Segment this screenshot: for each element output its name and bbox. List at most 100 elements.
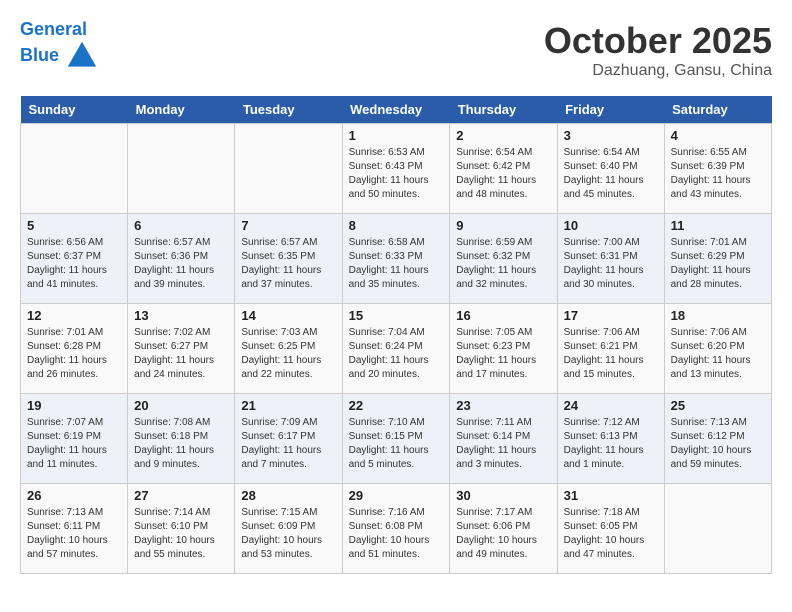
- logo-icon: [66, 40, 98, 72]
- col-header-monday: Monday: [128, 96, 235, 124]
- calendar-cell: 26Sunrise: 7:13 AMSunset: 6:11 PMDayligh…: [21, 484, 128, 574]
- day-info: Sunrise: 7:15 AMSunset: 6:09 PMDaylight:…: [241, 506, 335, 562]
- day-info: Sunrise: 6:55 AMSunset: 6:39 PMDaylight:…: [671, 146, 765, 202]
- day-number: 30: [456, 488, 550, 503]
- day-info: Sunrise: 6:57 AMSunset: 6:35 PMDaylight:…: [241, 236, 335, 292]
- location-subtitle: Dazhuang, Gansu, China: [544, 62, 772, 80]
- day-info: Sunrise: 7:12 AMSunset: 6:13 PMDaylight:…: [564, 416, 658, 472]
- calendar-cell: 29 Sunrise: 7:16 AMSunset: 6:08 PMDayligh…: [342, 484, 450, 574]
- day-info: Sunrise: 7:10 AMSunset: 6:15 PMDaylight:…: [349, 416, 444, 472]
- calendar-cell: 9 Sunrise: 6:59 AMSunset: 6:32 PMDaylight…: [450, 214, 557, 304]
- calendar-cell: 2Sunrise: 6:54 AMSunset: 6:42 PMDaylight…: [450, 124, 557, 214]
- day-number: 8: [349, 218, 444, 233]
- calendar-cell: 11 Sunrise: 7:01 AMSunset: 6:29 PMDayligh…: [664, 214, 771, 304]
- day-info: Sunrise: 7:11 AMSunset: 6:14 PMDaylight:…: [456, 416, 550, 472]
- calendar-week-row: 12Sunrise: 7:01 AMSunset: 6:28 PMDayligh…: [21, 304, 772, 394]
- day-number: 17: [564, 308, 658, 323]
- day-info: Sunrise: 7:00 AMSunset: 6:31 PMDaylight:…: [564, 236, 658, 292]
- day-info: Sunrise: 7:17 AMSunset: 6:06 PMDaylight:…: [456, 506, 550, 562]
- day-info: Sunrise: 7:06 AMSunset: 6:21 PMDaylight:…: [564, 326, 658, 382]
- day-info: Sunrise: 6:57 AMSunset: 6:36 PMDaylight:…: [134, 236, 228, 292]
- day-number: 29: [349, 488, 444, 503]
- day-info: Sunrise: 7:07 AMSunset: 6:19 PMDaylight:…: [27, 416, 121, 472]
- calendar-cell: 16 Sunrise: 7:05 AMSunset: 6:23 PMDayligh…: [450, 304, 557, 394]
- day-info: Sunrise: 7:03 AMSunset: 6:25 PMDaylight:…: [241, 326, 335, 382]
- day-number: 19: [27, 398, 121, 413]
- calendar-cell: 1 Sunrise: 6:53 AMSunset: 6:43 PMDaylight…: [342, 124, 450, 214]
- day-info: Sunrise: 6:58 AMSunset: 6:33 PMDaylight:…: [349, 236, 444, 292]
- day-number: 1: [349, 128, 444, 143]
- day-info: Sunrise: 7:01 AMSunset: 6:29 PMDaylight:…: [671, 236, 765, 292]
- day-number: 18: [671, 308, 765, 323]
- calendar-cell: 7Sunrise: 6:57 AMSunset: 6:35 PMDaylight…: [235, 214, 342, 304]
- calendar-cell: [235, 124, 342, 214]
- col-header-wednesday: Wednesday: [342, 96, 450, 124]
- calendar-cell: 30 Sunrise: 7:17 AMSunset: 6:06 PMDayligh…: [450, 484, 557, 574]
- logo-text: General: [20, 20, 98, 40]
- day-number: 22: [349, 398, 444, 413]
- day-info: Sunrise: 7:16 AMSunset: 6:08 PMDaylight:…: [349, 506, 444, 562]
- day-number: 11: [671, 218, 765, 233]
- day-info: Sunrise: 7:13 AMSunset: 6:12 PMDaylight:…: [671, 416, 765, 472]
- page-header: General Blue October 2025 Dazhuang, Gans…: [20, 20, 772, 80]
- calendar-cell: 31Sunrise: 7:18 AMSunset: 6:05 PMDayligh…: [557, 484, 664, 574]
- day-info: Sunrise: 7:14 AMSunset: 6:10 PMDaylight:…: [134, 506, 228, 562]
- day-number: 20: [134, 398, 228, 413]
- day-number: 10: [564, 218, 658, 233]
- day-number: 6: [134, 218, 228, 233]
- day-number: 13: [134, 308, 228, 323]
- calendar-cell: 3Sunrise: 6:54 AMSunset: 6:40 PMDaylight…: [557, 124, 664, 214]
- calendar-week-row: 1 Sunrise: 6:53 AMSunset: 6:43 PMDaylight…: [21, 124, 772, 214]
- day-info: Sunrise: 6:59 AMSunset: 6:32 PMDaylight:…: [456, 236, 550, 292]
- day-number: 15: [349, 308, 444, 323]
- calendar-cell: 10 Sunrise: 7:00 AMSunset: 6:31 PMDayligh…: [557, 214, 664, 304]
- col-header-sunday: Sunday: [21, 96, 128, 124]
- calendar-cell: 20 Sunrise: 7:08 AMSunset: 6:18 PMDayligh…: [128, 394, 235, 484]
- col-header-friday: Friday: [557, 96, 664, 124]
- day-number: 9: [456, 218, 550, 233]
- calendar-cell: 28 Sunrise: 7:15 AMSunset: 6:09 PMDayligh…: [235, 484, 342, 574]
- day-info: Sunrise: 7:09 AMSunset: 6:17 PMDaylight:…: [241, 416, 335, 472]
- day-number: 14: [241, 308, 335, 323]
- day-info: Sunrise: 6:53 AMSunset: 6:43 PMDaylight:…: [349, 146, 444, 202]
- calendar-week-row: 19 Sunrise: 7:07 AMSunset: 6:19 PMDayligh…: [21, 394, 772, 484]
- calendar-header-row: SundayMondayTuesdayWednesdayThursdayFrid…: [21, 96, 772, 124]
- day-info: Sunrise: 6:54 AMSunset: 6:42 PMDaylight:…: [456, 146, 550, 202]
- day-number: 23: [456, 398, 550, 413]
- col-header-thursday: Thursday: [450, 96, 557, 124]
- day-info: Sunrise: 7:08 AMSunset: 6:18 PMDaylight:…: [134, 416, 228, 472]
- day-info: Sunrise: 6:54 AMSunset: 6:40 PMDaylight:…: [564, 146, 658, 202]
- calendar-cell: 18Sunrise: 7:06 AMSunset: 6:20 PMDayligh…: [664, 304, 771, 394]
- calendar-cell: 21Sunrise: 7:09 AMSunset: 6:17 PMDayligh…: [235, 394, 342, 484]
- day-number: 12: [27, 308, 121, 323]
- calendar-cell: 27Sunrise: 7:14 AMSunset: 6:10 PMDayligh…: [128, 484, 235, 574]
- calendar-cell: 23 Sunrise: 7:11 AMSunset: 6:14 PMDayligh…: [450, 394, 557, 484]
- calendar-cell: 17 Sunrise: 7:06 AMSunset: 6:21 PMDayligh…: [557, 304, 664, 394]
- day-number: 5: [27, 218, 121, 233]
- calendar-cell: 24 Sunrise: 7:12 AMSunset: 6:13 PMDayligh…: [557, 394, 664, 484]
- calendar-cell: 6 Sunrise: 6:57 AMSunset: 6:36 PMDaylight…: [128, 214, 235, 304]
- calendar-cell: 22 Sunrise: 7:10 AMSunset: 6:15 PMDayligh…: [342, 394, 450, 484]
- day-number: 4: [671, 128, 765, 143]
- day-number: 28: [241, 488, 335, 503]
- day-number: 16: [456, 308, 550, 323]
- day-info: Sunrise: 7:04 AMSunset: 6:24 PMDaylight:…: [349, 326, 444, 382]
- calendar-cell: 12Sunrise: 7:01 AMSunset: 6:28 PMDayligh…: [21, 304, 128, 394]
- logo-text-blue: Blue: [20, 40, 98, 72]
- day-number: 25: [671, 398, 765, 413]
- logo: General Blue: [20, 20, 98, 72]
- calendar-cell: [664, 484, 771, 574]
- calendar-table: SundayMondayTuesdayWednesdayThursdayFrid…: [20, 96, 772, 574]
- calendar-cell: 19 Sunrise: 7:07 AMSunset: 6:19 PMDayligh…: [21, 394, 128, 484]
- day-info: Sunrise: 7:02 AMSunset: 6:27 PMDaylight:…: [134, 326, 228, 382]
- day-number: 24: [564, 398, 658, 413]
- calendar-week-row: 26Sunrise: 7:13 AMSunset: 6:11 PMDayligh…: [21, 484, 772, 574]
- calendar-cell: 14 Sunrise: 7:03 AMSunset: 6:25 PMDayligh…: [235, 304, 342, 394]
- col-header-saturday: Saturday: [664, 96, 771, 124]
- day-info: Sunrise: 7:05 AMSunset: 6:23 PMDaylight:…: [456, 326, 550, 382]
- calendar-week-row: 5Sunrise: 6:56 AMSunset: 6:37 PMDaylight…: [21, 214, 772, 304]
- calendar-cell: 5Sunrise: 6:56 AMSunset: 6:37 PMDaylight…: [21, 214, 128, 304]
- calendar-cell: 15 Sunrise: 7:04 AMSunset: 6:24 PMDayligh…: [342, 304, 450, 394]
- calendar-cell: 8 Sunrise: 6:58 AMSunset: 6:33 PMDaylight…: [342, 214, 450, 304]
- calendar-cell: 13 Sunrise: 7:02 AMSunset: 6:27 PMDayligh…: [128, 304, 235, 394]
